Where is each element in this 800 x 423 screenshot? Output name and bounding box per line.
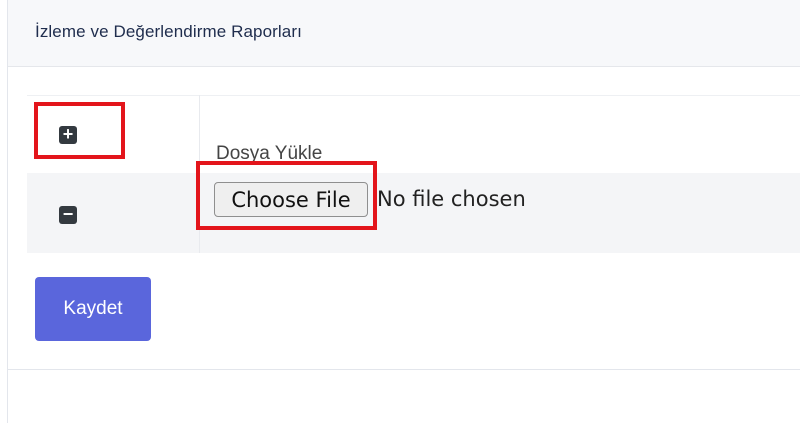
file-status-text: No file chosen (377, 187, 526, 211)
highlight-box-file (196, 161, 377, 230)
page-title: İzleme ve Değerlendirme Raporları (35, 22, 302, 41)
table-row: − (27, 173, 800, 253)
minus-icon[interactable]: − (59, 205, 77, 224)
table-row: + (27, 95, 800, 173)
footer-divider (7, 369, 800, 370)
save-button[interactable]: Kaydet (35, 277, 151, 341)
highlight-box-add (34, 102, 125, 159)
upload-table: + − (27, 95, 800, 253)
card-header: İzleme ve Değerlendirme Raporları (8, 0, 800, 67)
row-divider (27, 95, 800, 96)
